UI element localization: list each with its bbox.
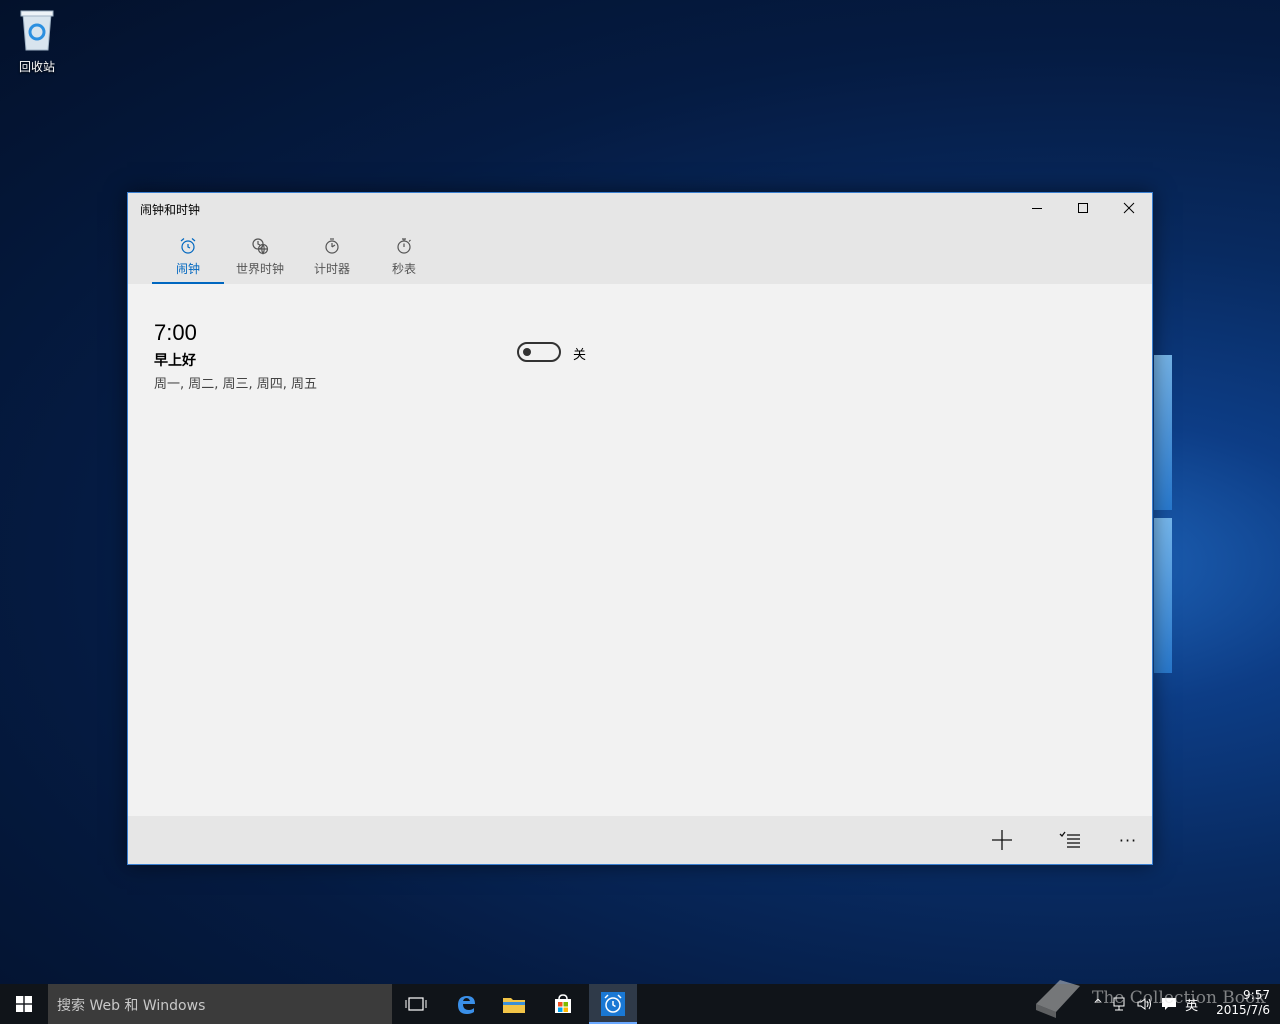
alarm-toggle-label: 关 bbox=[573, 348, 587, 363]
search-box[interactable]: 搜索 Web 和 Windows bbox=[48, 984, 392, 1024]
wallpaper-logo-pane-bottom bbox=[1154, 518, 1172, 673]
stopwatch-icon bbox=[397, 238, 411, 254]
world-clock-icon bbox=[252, 238, 269, 255]
tab-label: 世界时钟 bbox=[235, 262, 284, 276]
close-button[interactable] bbox=[1106, 193, 1152, 223]
alarm-toggle[interactable] bbox=[517, 342, 561, 362]
maximize-icon bbox=[1078, 203, 1088, 213]
tab-alarm[interactable]: 闹钟 bbox=[152, 223, 224, 284]
maximize-button[interactable] bbox=[1060, 193, 1106, 223]
store-button[interactable] bbox=[539, 984, 587, 1024]
edge-icon bbox=[458, 996, 475, 1014]
recycle-bin-label: 回收站 bbox=[18, 60, 55, 74]
window-title: 闹钟和时钟 bbox=[140, 203, 201, 217]
file-explorer-button[interactable] bbox=[490, 984, 538, 1024]
task-view-icon bbox=[405, 997, 427, 1011]
add-alarm-button[interactable] bbox=[982, 822, 1022, 858]
alarm-list: 7:00 早上好 周一, 周二, 周三, 周四, 周五 关 bbox=[128, 284, 1152, 817]
select-list-icon bbox=[1059, 831, 1080, 848]
more-icon: ··· bbox=[1118, 830, 1138, 850]
timer-icon bbox=[325, 238, 339, 254]
alarm-days: 周一, 周二, 周三, 周四, 周五 bbox=[154, 377, 318, 392]
alarm-name: 早上好 bbox=[154, 353, 196, 369]
tab-label: 计时器 bbox=[313, 262, 350, 276]
folder-icon bbox=[503, 998, 525, 1013]
tab-bar: 闹钟 世界时钟 计时器 秒表 bbox=[128, 223, 1152, 284]
tab-label: 秒表 bbox=[391, 262, 416, 276]
toggle-knob bbox=[523, 348, 531, 356]
title-bar[interactable]: 闹钟和时钟 bbox=[128, 193, 1152, 223]
wallpaper-logo-pane-top bbox=[1154, 355, 1172, 510]
alarm-clock-app-icon bbox=[601, 992, 625, 1016]
task-view-button[interactable] bbox=[392, 984, 440, 1024]
close-icon bbox=[1123, 202, 1135, 214]
tab-stopwatch[interactable]: 秒表 bbox=[368, 223, 440, 284]
minimize-button[interactable] bbox=[1014, 193, 1060, 223]
tab-timer[interactable]: 计时器 bbox=[296, 223, 368, 284]
plus-icon bbox=[992, 830, 1012, 850]
tab-world-clock[interactable]: 世界时钟 bbox=[224, 223, 296, 284]
alarms-clock-window: 闹钟和时钟 闹钟 世界时钟 计时器 秒表 7:00 早上好 周一, 周二, 周三… bbox=[127, 192, 1153, 865]
start-button[interactable] bbox=[0, 984, 48, 1024]
taskbar: 搜索 Web 和 Windows ^ 英 9:57 2015/7/6 bbox=[0, 984, 1280, 1024]
select-alarms-button[interactable] bbox=[1050, 822, 1090, 858]
watermark-book-icon bbox=[1036, 980, 1080, 1018]
more-button[interactable]: ··· bbox=[1108, 822, 1148, 858]
recycle-bin-icon bbox=[20, 10, 54, 51]
tab-label: 闹钟 bbox=[175, 262, 200, 276]
minimize-icon bbox=[1032, 208, 1042, 209]
command-bar: ··· bbox=[128, 816, 1152, 864]
alarm-time: 7:00 bbox=[154, 320, 197, 345]
windows-logo-icon bbox=[16, 996, 32, 1012]
watermark-text: The Collection Book bbox=[1092, 988, 1266, 1008]
alarm-item[interactable]: 7:00 早上好 周一, 周二, 周三, 周四, 周五 bbox=[154, 320, 317, 392]
alarms-app-button[interactable] bbox=[589, 984, 637, 1024]
alarm-clock-icon bbox=[180, 238, 196, 254]
store-icon bbox=[555, 994, 571, 1013]
recycle-bin[interactable]: 回收站 bbox=[12, 8, 62, 75]
edge-browser-button[interactable] bbox=[442, 984, 490, 1024]
